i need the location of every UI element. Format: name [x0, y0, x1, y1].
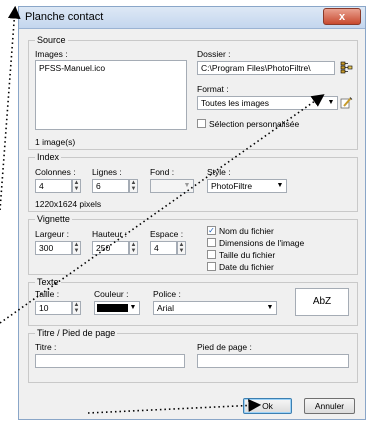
title-footer-group: Titre / Pied de page Titre : Pied de pag…: [28, 328, 358, 383]
title-field[interactable]: [35, 354, 185, 368]
font-select-value: Arial: [157, 303, 175, 313]
images-list-item[interactable]: PFSS-Manuel.ico: [39, 63, 105, 73]
width-spinner[interactable]: ▲ ▼: [72, 241, 81, 255]
source-group-title: Source: [35, 35, 68, 45]
space-spinner[interactable]: ▲ ▼: [177, 241, 186, 255]
chevron-down-icon: ▼: [266, 304, 274, 311]
width-field[interactable]: 300: [35, 241, 72, 255]
width-label: Largeur :: [35, 229, 70, 239]
rows-spinner[interactable]: ▲ ▼: [129, 179, 138, 193]
font-select[interactable]: Arial ▼: [153, 301, 277, 315]
contact-sheet-dialog: Planche contact x Source Images : PFSS-M…: [18, 6, 366, 420]
text-color-swatch: [97, 304, 128, 312]
filename-option-label: Nom du fichier: [219, 226, 274, 236]
chevron-down-icon: ▼: [327, 99, 335, 106]
sheet-size-text: 1220x1624 pixels: [35, 199, 102, 209]
custom-selection-label: Sélection personnalisée: [209, 119, 300, 129]
images-label: Images :: [35, 49, 68, 59]
style-label: Style :: [207, 167, 231, 177]
thumbnail-group-title: Vignette: [35, 214, 72, 224]
image-dimensions-checkbox[interactable]: [207, 238, 216, 247]
footer-field[interactable]: [197, 354, 349, 368]
columns-label: Colonnes :: [35, 167, 76, 177]
chevron-down-icon: ▼: [276, 182, 284, 189]
text-size-field[interactable]: 10: [35, 301, 72, 315]
file-size-option-label: Taille du fichier: [219, 250, 276, 260]
window-title: Planche contact: [25, 11, 104, 23]
text-color-label: Couleur :: [94, 289, 129, 299]
thumbnail-group: Vignette Largeur : 300 ▲ ▼ Hauteur : 250 …: [28, 214, 358, 275]
height-spinner[interactable]: ▲ ▼: [129, 241, 138, 255]
space-field[interactable]: 4: [150, 241, 177, 255]
font-preview-text: AbZ: [312, 296, 332, 307]
chevron-down-icon: ▼: [183, 182, 191, 189]
source-group: Source Images : PFSS-Manuel.ico 1 image(…: [28, 35, 358, 150]
filename-checkbox[interactable]: ✓: [207, 226, 216, 235]
format-select-value: Toutes les images: [201, 98, 270, 108]
title-footer-group-title: Titre / Pied de page: [35, 328, 118, 338]
images-list[interactable]: PFSS-Manuel.ico: [35, 60, 187, 130]
font-preview-box: AbZ: [295, 288, 349, 316]
text-size-label: Taille :: [35, 289, 60, 299]
footer-label: Pied de page :: [197, 342, 252, 352]
rows-label: Lignes :: [92, 167, 122, 177]
format-label: Format :: [197, 84, 229, 94]
ok-button[interactable]: Ok: [243, 398, 292, 414]
chevron-down-icon: ▼: [129, 304, 137, 311]
space-label: Espace :: [150, 229, 184, 239]
height-label: Hauteur :: [92, 229, 127, 239]
cancel-button[interactable]: Annuler: [304, 398, 355, 414]
folder-label: Dossier :: [197, 49, 231, 59]
style-select-value: PhotoFiltre: [211, 181, 253, 191]
browse-folder-icon[interactable]: [340, 61, 353, 74]
background-color-select[interactable]: ▼: [150, 179, 194, 193]
title-bar[interactable]: Planche contact x: [19, 7, 365, 29]
image-dimensions-option-label: Dimensions de l'image: [219, 238, 305, 248]
annotation-arrow-title: [0, 5, 21, 211]
height-field[interactable]: 250: [92, 241, 129, 255]
rows-field[interactable]: 6: [92, 179, 129, 193]
text-size-spinner[interactable]: ▲ ▼: [72, 301, 81, 315]
custom-selection-checkbox[interactable]: [197, 119, 206, 128]
file-date-checkbox[interactable]: [207, 262, 216, 271]
index-group: Index Colonnes : 4 ▲ ▼ Lignes : 6 ▲ ▼ Fond…: [28, 152, 358, 212]
file-size-checkbox[interactable]: [207, 250, 216, 259]
style-select[interactable]: PhotoFiltre ▼: [207, 179, 287, 193]
text-group-title: Texte: [35, 277, 61, 287]
background-label: Fond :: [150, 167, 175, 177]
format-select[interactable]: Toutes les images ▼: [197, 96, 338, 110]
index-group-title: Index: [35, 152, 62, 162]
font-label: Police :: [153, 289, 181, 299]
text-color-select[interactable]: ▼: [94, 301, 140, 315]
title-label: Titre :: [35, 342, 57, 352]
close-button[interactable]: x: [323, 8, 361, 25]
columns-spinner[interactable]: ▲ ▼: [72, 179, 81, 193]
folder-field[interactable]: C:\Program Files\PhotoFiltre\: [197, 61, 335, 75]
text-group: Texte Taille : 10 ▲ ▼ Couleur : ▼ Police …: [28, 277, 358, 326]
edit-format-icon[interactable]: [340, 96, 353, 109]
file-date-option-label: Date du fichier: [219, 262, 274, 272]
columns-field[interactable]: 4: [35, 179, 72, 193]
image-count: 1 image(s): [35, 137, 76, 147]
